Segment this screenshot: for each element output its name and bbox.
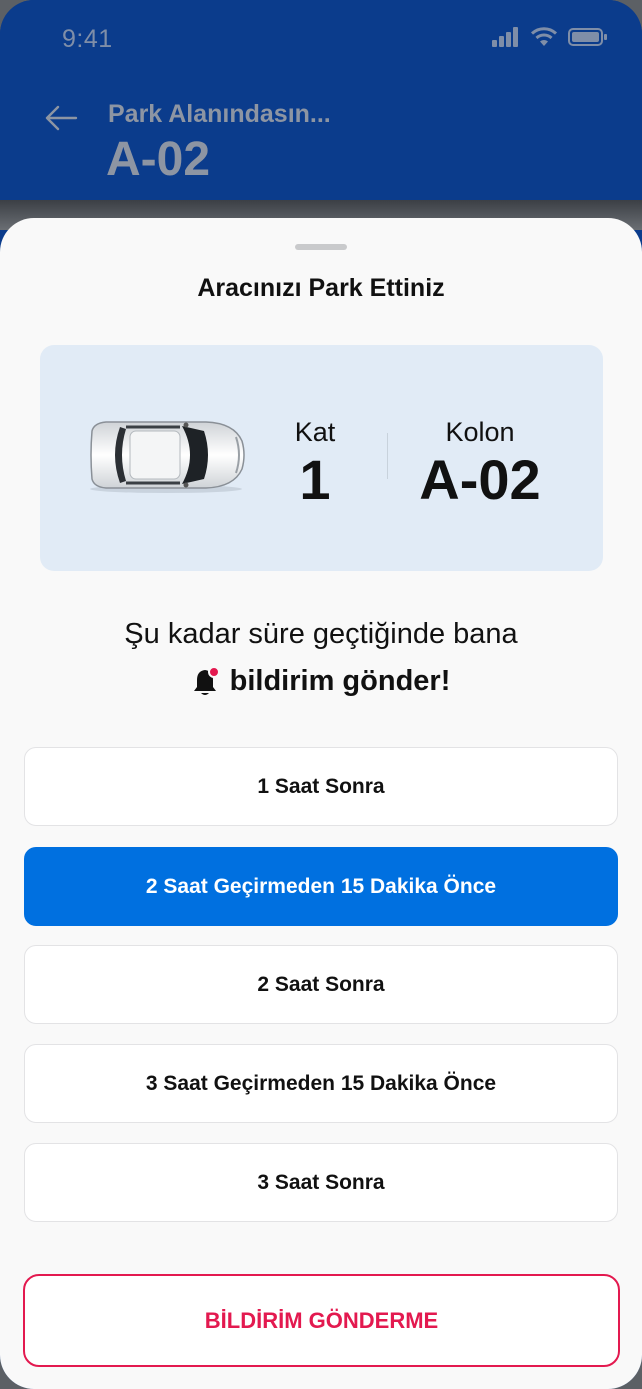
option-label: 1 Saat Sonra <box>257 774 385 798</box>
status-time: 9:41 <box>62 25 113 53</box>
signal-icon <box>492 27 518 47</box>
header-title: A-02 <box>106 133 211 186</box>
sheet-title: Aracınızı Park Ettiniz <box>197 274 445 302</box>
option-label: 2 Saat Sonra <box>257 972 385 996</box>
header: 9:41 Park Alanındasın... A-02 <box>0 0 642 205</box>
prompt-text: Şu kadar süre geçtiğinde bana <box>124 618 518 650</box>
option-1-hour[interactable]: 1 Saat Sonra <box>24 747 618 826</box>
dont-notify-button[interactable]: BİLDİRİM GÖNDERME <box>23 1274 620 1367</box>
sheet-handle[interactable] <box>295 244 347 250</box>
phone-screen: 9:41 Park Alanındasın... A-02 Aracınızı … <box>0 0 642 1389</box>
option-label: 2 Saat Geçirmeden 15 Dakika Önce <box>145 874 497 898</box>
prompt-emphasis: bildirim gönder! <box>0 665 642 698</box>
option-label: 3 Saat Sonra <box>257 1170 385 1194</box>
arrow-left-icon <box>45 105 78 131</box>
wifi-icon <box>530 27 558 46</box>
option-2-hours[interactable]: 2 Saat Sonra <box>24 945 618 1024</box>
floor-label: Kat <box>294 417 336 447</box>
option-2-hours-minus-15[interactable]: 2 Saat Geçirmeden 15 Dakika Önce <box>24 847 618 926</box>
header-subtitle: Park Alanındasın... <box>108 100 331 128</box>
option-3-hours-minus-15[interactable]: 3 Saat Geçirmeden 15 Dakika Önce <box>24 1044 618 1123</box>
bottom-sheet: Aracınızı Park Ettiniz Kat 1 Kolon A-02 … <box>0 218 642 1389</box>
battery-icon <box>568 28 607 46</box>
car-top-view-icon <box>90 421 245 493</box>
option-3-hours[interactable]: 3 Saat Sonra <box>24 1143 618 1222</box>
dont-notify-label: BİLDİRİM GÖNDERME <box>204 1307 439 1333</box>
option-label: 3 Saat Geçirmeden 15 Dakika Önce <box>145 1071 497 1095</box>
back-button[interactable] <box>44 100 80 136</box>
info-divider <box>387 433 388 479</box>
prompt-emphasis-label: bildirim gönder! <box>229 665 451 697</box>
column-label: Kolon <box>445 417 515 447</box>
parking-info-card: Kat 1 Kolon A-02 <box>40 345 603 571</box>
status-icons <box>492 27 608 47</box>
floor-value: 1 <box>299 448 331 511</box>
column-value: A-02 <box>419 448 541 511</box>
bell-notification-icon <box>193 665 220 695</box>
